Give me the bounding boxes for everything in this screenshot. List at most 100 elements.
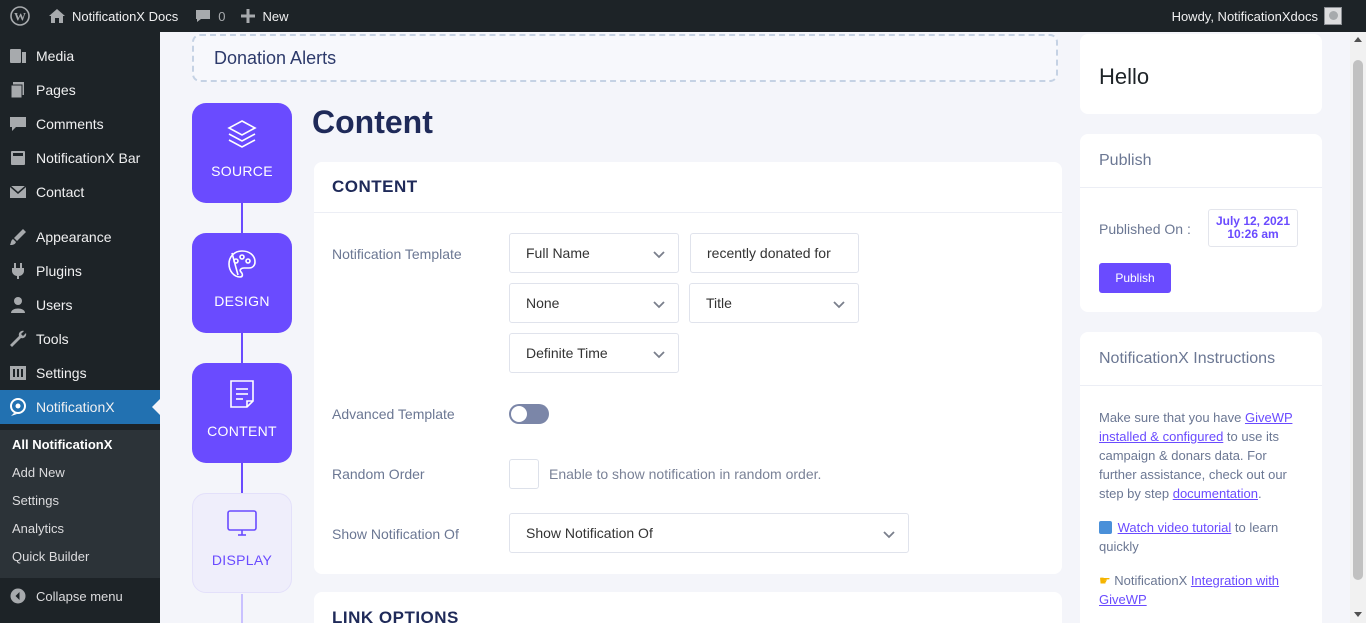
home-icon bbox=[49, 9, 65, 23]
step-connector bbox=[241, 332, 243, 364]
sidebar-item-contact[interactable]: Contact bbox=[0, 175, 160, 209]
published-time: 10:26 am bbox=[1227, 227, 1279, 241]
step-label: SOURCE bbox=[211, 163, 273, 179]
select-value: Full Name bbox=[526, 245, 590, 261]
publish-button[interactable]: Publish bbox=[1099, 263, 1171, 293]
sidebar-item-label: NotificationX bbox=[36, 399, 115, 415]
step-display[interactable]: DISPLAY bbox=[192, 493, 292, 593]
settings-icon bbox=[0, 363, 36, 383]
sidebar-item-appearance[interactable]: Appearance bbox=[0, 220, 160, 254]
random-order-label: Random Order bbox=[332, 466, 425, 482]
admin-sidebar: Media Pages Comments NotificationX Bar C… bbox=[0, 32, 160, 623]
plugin-icon bbox=[0, 261, 36, 281]
scroll-down-arrow-icon[interactable] bbox=[1354, 612, 1362, 617]
instructions-panel: NotificationX Instructions Make sure tha… bbox=[1080, 332, 1322, 623]
instructions-paragraph: Make sure that you have GiveWP installed… bbox=[1099, 408, 1303, 503]
wordpress-logo-icon[interactable]: W bbox=[0, 0, 40, 32]
wrench-icon bbox=[0, 329, 36, 349]
givewp-link[interactable]: GiveWP bbox=[1245, 410, 1292, 425]
template-field-3-select[interactable]: Title bbox=[689, 283, 859, 323]
select-value: Title bbox=[706, 295, 732, 311]
published-on-label: Published On : bbox=[1099, 221, 1191, 237]
input-value: recently donated for bbox=[707, 245, 831, 261]
sidebar-item-label: Plugins bbox=[36, 263, 82, 279]
step-connector bbox=[241, 462, 243, 494]
chevron-down-icon bbox=[652, 247, 666, 261]
template-field-4-select[interactable]: Definite Time bbox=[509, 333, 679, 373]
step-design[interactable]: DESIGN bbox=[192, 233, 292, 333]
collapse-menu-button[interactable]: Collapse menu bbox=[0, 584, 160, 608]
monitor-icon bbox=[227, 510, 257, 536]
pages-icon bbox=[0, 80, 36, 100]
video-tutorial-link[interactable]: Watch video tutorial bbox=[1118, 520, 1232, 535]
link-options-title: LINK OPTIONS bbox=[332, 608, 459, 623]
advanced-template-toggle[interactable] bbox=[509, 404, 549, 424]
integration-paragraph: ☛ NotificationX Integration with GiveWP bbox=[1099, 571, 1303, 609]
video-tutorial-paragraph: Watch video tutorial to learn quickly bbox=[1099, 518, 1303, 556]
template-field-2-select[interactable]: None bbox=[509, 283, 679, 323]
sidebar-item-media[interactable]: Media bbox=[0, 39, 160, 73]
sidebar-item-notificationx[interactable]: NotificationX bbox=[0, 390, 160, 424]
sidebar-item-users[interactable]: Users bbox=[0, 288, 160, 322]
avatar bbox=[1324, 7, 1342, 25]
comment-bubble-icon bbox=[196, 10, 211, 22]
my-account[interactable]: Howdy, NotificationXdocs bbox=[1172, 0, 1342, 32]
scroll-up-arrow-icon[interactable] bbox=[1354, 37, 1362, 42]
published-date-picker[interactable]: July 12, 2021 10:26 am bbox=[1208, 209, 1298, 247]
notification-title-box[interactable]: Donation Alerts bbox=[192, 34, 1058, 82]
mail-icon bbox=[0, 182, 36, 202]
sidebar-item-label: Appearance bbox=[36, 229, 112, 245]
sidebar-item-plugins[interactable]: Plugins bbox=[0, 254, 160, 288]
submenu-item-add-new[interactable]: Add New bbox=[12, 465, 65, 480]
sidebar-item-label: Pages bbox=[36, 82, 76, 98]
site-name-link[interactable]: NotificationX Docs bbox=[40, 0, 186, 32]
sidebar-item-label: Settings bbox=[36, 365, 87, 381]
sidebar-item-notificationx-bar[interactable]: NotificationX Bar bbox=[0, 141, 160, 175]
publish-panel: Publish Published On : July 12, 2021 10:… bbox=[1080, 134, 1322, 312]
step-content[interactable]: CONTENT bbox=[192, 363, 292, 463]
random-order-checkbox[interactable] bbox=[509, 459, 539, 489]
select-value: None bbox=[526, 295, 560, 311]
show-notification-select[interactable]: Show Notification Of bbox=[509, 513, 909, 553]
video-icon bbox=[1099, 521, 1112, 534]
brush-icon bbox=[0, 227, 36, 247]
scrollbar-thumb[interactable] bbox=[1353, 60, 1363, 580]
submenu-item-settings[interactable]: Settings bbox=[12, 493, 59, 508]
submenu-item-analytics[interactable]: Analytics bbox=[12, 521, 64, 536]
layers-icon bbox=[227, 120, 257, 148]
sidebar-item-label: Media bbox=[36, 48, 75, 64]
svg-text:W: W bbox=[14, 10, 26, 24]
sidebar-item-tools[interactable]: Tools bbox=[0, 322, 160, 356]
chevron-down-icon bbox=[882, 527, 896, 541]
media-icon bbox=[0, 46, 36, 66]
select-value: Show Notification Of bbox=[526, 525, 653, 541]
submenu-item-all[interactable]: All NotificationX bbox=[12, 437, 112, 452]
publish-title: Publish bbox=[1080, 134, 1322, 188]
step-label: DESIGN bbox=[214, 293, 270, 309]
notification-title: Donation Alerts bbox=[214, 47, 337, 68]
palette-icon bbox=[228, 250, 256, 278]
pointing-hand-icon: ☛ bbox=[1099, 573, 1111, 588]
submenu-item-quick-builder[interactable]: Quick Builder bbox=[12, 549, 89, 564]
link-options-card: LINK OPTIONS bbox=[314, 592, 1062, 623]
installed-configured-link[interactable]: installed & configured bbox=[1099, 429, 1223, 444]
content-card: CONTENT Notification Template Full Name … bbox=[314, 162, 1062, 574]
sidebar-item-comments[interactable]: Comments bbox=[0, 107, 160, 141]
step-source[interactable]: SOURCE bbox=[192, 103, 292, 203]
step-connector bbox=[241, 594, 243, 623]
template-text-input[interactable]: recently donated for bbox=[690, 233, 859, 273]
comments-count: 0 bbox=[218, 8, 226, 24]
documentation-link[interactable]: documentation bbox=[1173, 486, 1258, 501]
comments-link[interactable]: 0 bbox=[186, 0, 233, 32]
template-field-1-select[interactable]: Full Name bbox=[509, 233, 679, 273]
sidebar-item-pages[interactable]: Pages bbox=[0, 73, 160, 107]
comments-icon bbox=[0, 114, 36, 134]
page-scrollbar[interactable] bbox=[1350, 32, 1366, 623]
show-notification-label: Show Notification Of bbox=[332, 526, 459, 542]
sidebar-item-settings[interactable]: Settings bbox=[0, 356, 160, 390]
sidebar-item-label: Contact bbox=[36, 184, 85, 200]
document-icon bbox=[230, 380, 254, 408]
site-name: NotificationX Docs bbox=[72, 8, 179, 24]
new-content-link[interactable]: New bbox=[233, 0, 296, 32]
sidebar-item-label: NotificationX Bar bbox=[36, 150, 141, 166]
